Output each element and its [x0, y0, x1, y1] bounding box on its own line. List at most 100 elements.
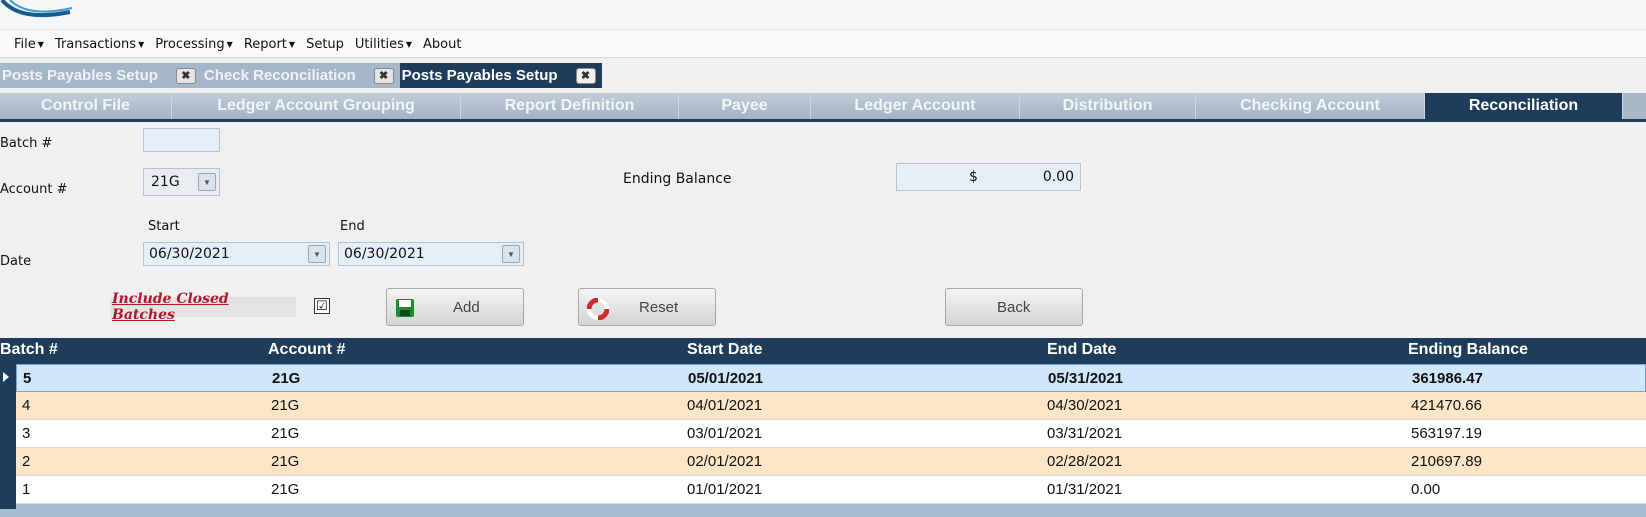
cell-start-date: 04/01/2021 [687, 397, 763, 414]
app-window: File ▼ Transactions ▼ Processing ▼ Report ▼ … [0, 0, 1646, 517]
ending-balance-label: Ending Balance [623, 171, 732, 187]
row-indicator-column [0, 364, 16, 509]
column-header-batch[interactable]: Batch # [0, 341, 58, 359]
app-header [0, 0, 1646, 28]
close-icon[interactable]: ✖ [575, 67, 596, 84]
cell-batch: 2 [22, 453, 31, 470]
tab-label: Report Definition [504, 97, 635, 114]
table-row[interactable]: 5 21G 05/01/2021 05/31/2021 361986.47 [16, 364, 1646, 392]
account-select-value: 21G [151, 174, 180, 190]
cell-start-date: 01/01/2021 [687, 481, 763, 498]
cell-end-date: 05/31/2021 [1048, 370, 1124, 387]
dropdown-arrow-icon[interactable]: ▼ [308, 245, 326, 263]
tab-ledger-account[interactable]: Ledger Account [811, 93, 1020, 119]
tab-payee[interactable]: Payee [679, 93, 811, 119]
table-row[interactable]: 4 21G 04/01/2021 04/30/2021 421470.66 [16, 392, 1646, 420]
doc-tab-label: Check Reconciliation [203, 67, 356, 84]
cell-end-date: 02/28/2021 [1047, 453, 1123, 470]
reset-button-label: Reset [639, 299, 679, 316]
cell-ending-balance: 563197.19 [1411, 425, 1482, 442]
column-header-ending-balance[interactable]: Ending Balance [1408, 341, 1528, 359]
close-icon[interactable]: ✖ [175, 67, 196, 84]
cell-account: 21G [271, 481, 300, 498]
cell-ending-balance: 0.00 [1411, 481, 1441, 498]
menu-setup-label: Setup [306, 36, 344, 52]
doc-tab-check-reconciliation[interactable]: Check Reconciliation ✖ [201, 63, 400, 88]
menu-transactions-label: Transactions [54, 36, 137, 52]
reset-button[interactable]: Reset [578, 288, 716, 326]
cell-account: 21G [271, 425, 300, 442]
tab-report-definition[interactable]: Report Definition [461, 93, 679, 119]
document-tabs: Posts Payables Setup ✖ Check Reconciliat… [0, 63, 602, 88]
start-date-value: 06/30/2021 [149, 246, 230, 262]
ending-balance-value: 0.00 [1042, 169, 1074, 185]
cell-ending-balance: 210697.89 [1411, 453, 1482, 470]
end-date-value: 06/30/2021 [344, 246, 425, 262]
table-row[interactable]: 2 21G 02/01/2021 02/28/2021 210697.89 [16, 448, 1646, 476]
back-button[interactable]: Back [945, 288, 1083, 326]
grid-header: Batch # Account # Start Date End Date En… [0, 338, 1646, 364]
dropdown-arrow-icon[interactable]: ▼ [502, 245, 520, 263]
table-row[interactable]: 1 21G 01/01/2021 01/31/2021 0.00 [16, 476, 1646, 504]
end-date-picker[interactable]: 06/30/2021 ▼ [338, 242, 524, 266]
chevron-down-icon: ▼ [288, 39, 296, 49]
doc-tab-label: Posts Payables Setup [401, 67, 558, 84]
batch-input[interactable] [143, 128, 220, 152]
menu-about[interactable]: About [423, 37, 461, 52]
include-closed-batches-text: Include Closed Batches [112, 291, 229, 323]
menu-file[interactable]: File ▼ [14, 37, 44, 52]
tab-reconciliation[interactable]: Reconciliation [1425, 93, 1623, 119]
column-header-end-date[interactable]: End Date [1047, 341, 1116, 359]
date-label: Date [0, 254, 32, 269]
account-label: Account # [0, 182, 68, 197]
logo-swoosh-icon [0, 0, 73, 18]
ending-balance-field[interactable]: $ 0.00 [896, 163, 1081, 191]
tab-control-file[interactable]: Control File [0, 93, 172, 119]
cell-start-date: 05/01/2021 [688, 370, 764, 387]
cell-start-date: 02/01/2021 [687, 453, 763, 470]
menu-setup[interactable]: Setup [306, 37, 344, 52]
cell-ending-balance: 361986.47 [1412, 370, 1483, 387]
cell-end-date: 01/31/2021 [1047, 481, 1123, 498]
chevron-down-icon: ▼ [138, 39, 145, 49]
column-header-start-date[interactable]: Start Date [687, 341, 763, 359]
menu-report-label: Report [243, 36, 287, 52]
currency-symbol: $ [969, 169, 978, 185]
cell-batch: 5 [23, 370, 32, 387]
account-select[interactable]: 21G ▼ [143, 168, 220, 196]
dropdown-arrow-icon[interactable]: ▼ [198, 173, 216, 191]
menu-processing-label: Processing [155, 36, 225, 52]
column-header-account[interactable]: Account # [268, 341, 345, 359]
end-label: End [340, 219, 365, 234]
menu-file-label: File [14, 36, 36, 52]
save-disk-icon [396, 299, 414, 317]
menu-processing[interactable]: Processing ▼ [155, 37, 233, 52]
menu-utilities[interactable]: Utilities ▼ [355, 37, 412, 52]
tab-distribution[interactable]: Distribution [1020, 93, 1196, 119]
menu-transactions[interactable]: Transactions ▼ [55, 37, 144, 52]
chevron-down-icon: ▼ [37, 39, 44, 49]
menu-report[interactable]: Report ▼ [244, 37, 295, 52]
table-row[interactable]: 3 21G 03/01/2021 03/31/2021 563197.19 [16, 420, 1646, 448]
cell-batch: 1 [22, 481, 31, 498]
include-closed-batches-label[interactable]: Include Closed Batches [110, 291, 296, 323]
start-label: Start [148, 219, 180, 234]
back-button-label: Back [997, 299, 1031, 316]
cell-account: 21G [271, 397, 300, 414]
cell-ending-balance: 421470.66 [1411, 397, 1482, 414]
add-button[interactable]: Add [386, 288, 524, 326]
tab-label: Reconciliation [1468, 97, 1579, 114]
current-row-arrow-icon [3, 372, 9, 382]
include-closed-batches-checkbox[interactable]: ☑ [314, 298, 330, 314]
tab-label: Ledger Account [854, 97, 976, 114]
tab-ledger-account-grouping[interactable]: Ledger Account Grouping [172, 93, 461, 119]
menu-about-label: About [423, 36, 462, 52]
start-date-picker[interactable]: 06/30/2021 ▼ [143, 242, 330, 266]
cell-end-date: 03/31/2021 [1047, 425, 1123, 442]
cell-account: 21G [272, 370, 301, 387]
close-icon[interactable]: ✖ [373, 67, 394, 84]
doc-tab-posts-payables-setup-1[interactable]: Posts Payables Setup ✖ [0, 63, 202, 88]
doc-tab-posts-payables-setup-2[interactable]: Posts Payables Setup ✖ [399, 63, 602, 88]
batches-grid: Batch # Account # Start Date End Date En… [0, 338, 1646, 517]
tab-checking-account[interactable]: Checking Account [1196, 93, 1425, 119]
